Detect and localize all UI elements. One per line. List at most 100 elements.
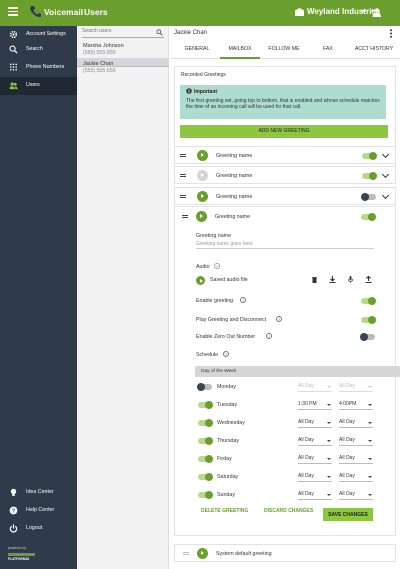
sidebar-item-users[interactable]: Users: [0, 77, 77, 95]
tab-fax[interactable]: FAX: [316, 45, 340, 59]
building-icon: [295, 8, 304, 16]
app-title: Voicemail: [44, 7, 84, 17]
play-icon[interactable]: [196, 211, 207, 222]
greeting-row: Greeting name: [174, 146, 396, 164]
search-icon[interactable]: [156, 29, 163, 36]
sidebar-item-idea-center[interactable]: Idea Center: [0, 484, 77, 502]
account-name[interactable]: Weyland Industries: [307, 7, 380, 16]
end-time-select[interactable]: 4:00PM: [339, 401, 373, 410]
day-toggle[interactable]: [198, 473, 213, 481]
more-options-icon[interactable]: [388, 29, 394, 38]
greeting-enabled-toggle[interactable]: [362, 152, 377, 160]
sidebar-item-label: Help Center: [26, 507, 55, 513]
day-toggle[interactable]: [197, 383, 212, 391]
sidebar-item-search[interactable]: Search: [0, 41, 77, 59]
day-name: Firday: [217, 456, 232, 462]
day-name: Saturday: [217, 474, 239, 480]
info-icon[interactable]: [214, 263, 220, 269]
delete-icon[interactable]: [311, 276, 318, 283]
start-time-select[interactable]: 1:30 PM: [298, 401, 332, 410]
play-icon[interactable]: [197, 170, 208, 181]
greeting-name-input[interactable]: Greeting name goes here: [196, 241, 253, 247]
help-icon[interactable]: ?: [266, 333, 272, 339]
start-time-select[interactable]: All Day: [298, 419, 332, 428]
start-time-select[interactable]: All Day: [298, 383, 332, 392]
zero-out-toggle[interactable]: [360, 333, 375, 341]
user-list-item-selected[interactable]: Jackie Chan (555) 555-555: [77, 58, 169, 74]
enable-greeting-toggle[interactable]: [361, 297, 376, 305]
chevron-down-icon[interactable]: [381, 150, 390, 159]
greeting-enabled-toggle[interactable]: [361, 213, 376, 221]
tab-acct-history[interactable]: ACCT HISTORY: [350, 45, 398, 59]
tab-mailbox[interactable]: MAILBOX: [220, 45, 260, 59]
drag-handle-icon[interactable]: [180, 154, 186, 158]
end-time-select[interactable]: All Day: [339, 437, 373, 446]
start-time-select[interactable]: All Day: [298, 455, 332, 464]
tab-bar: GENERAL MAILBOX FOLLOW ME FAX ACCT HISTO…: [170, 42, 400, 59]
drag-handle-icon: [183, 552, 189, 557]
end-time-select[interactable]: All Day: [339, 491, 373, 500]
play-audio-icon[interactable]: [196, 276, 205, 285]
day-toggle[interactable]: [198, 491, 213, 499]
schedule-row: Tuesday 1:30 PM 4:00PM: [195, 398, 400, 412]
upload-icon[interactable]: [365, 276, 372, 283]
sidebar-item-logout[interactable]: Logout: [0, 520, 77, 538]
schedule-row: Sunday All Day All Day: [195, 488, 400, 502]
save-changes-button[interactable]: SAVE CHANGES: [323, 508, 373, 521]
account-dropdown-icon[interactable]: [361, 10, 367, 13]
help-icon[interactable]: ?: [223, 351, 229, 357]
add-user-icon[interactable]: [371, 8, 381, 17]
greeting-enabled-toggle[interactable]: [362, 172, 377, 180]
delete-greeting-button[interactable]: DELETE GREETING: [201, 508, 248, 514]
start-time-select[interactable]: All Day: [298, 473, 332, 482]
end-time-select[interactable]: All Day: [339, 473, 373, 482]
drag-handle-icon[interactable]: [182, 215, 188, 220]
tab-follow-me[interactable]: FOLLOW ME: [266, 45, 302, 59]
notice-title: Important: [194, 89, 218, 95]
play-icon[interactable]: [197, 191, 208, 202]
day-of-week-header: Day of the Week: [201, 369, 237, 374]
drag-handle-icon[interactable]: [180, 174, 186, 178]
sidebar-item-help-center[interactable]: ? Help Center: [0, 502, 77, 520]
end-time-select[interactable]: All Day: [339, 455, 373, 464]
search-icon: [9, 45, 18, 54]
chevron-down-icon[interactable]: [381, 191, 390, 200]
greeting-enabled-toggle[interactable]: [361, 193, 376, 201]
microphone-icon[interactable]: [347, 276, 354, 283]
day-toggle[interactable]: [198, 437, 213, 445]
play-icon[interactable]: [197, 548, 208, 559]
schedule-label: Schedule: [196, 352, 219, 358]
svg-text:?: ?: [12, 508, 15, 514]
day-toggle[interactable]: [198, 419, 213, 427]
help-icon[interactable]: ?: [276, 316, 282, 322]
user-phone: (555) 555-555: [83, 50, 116, 56]
download-icon[interactable]: [329, 276, 336, 283]
drag-handle-icon[interactable]: [180, 195, 186, 199]
chevron-down-icon[interactable]: [381, 170, 390, 179]
day-name: Sunday: [217, 492, 235, 498]
sidebar-item-label: Users: [26, 82, 40, 88]
greeting-name: Greeting name: [216, 153, 253, 159]
play-disconnect-toggle[interactable]: [361, 316, 376, 324]
day-toggle[interactable]: [198, 401, 213, 409]
day-toggle[interactable]: [198, 455, 213, 463]
top-bar: Voicemail Users Weyland Industries: [0, 0, 400, 26]
dialpad-icon: [9, 63, 18, 71]
play-icon[interactable]: [197, 150, 208, 161]
help-icon[interactable]: ?: [240, 297, 246, 303]
system-greeting-row: System default greeting: [174, 544, 396, 562]
user-search-input[interactable]: [82, 28, 152, 34]
discard-changes-button[interactable]: DISCARD CHANGES: [264, 508, 313, 514]
add-new-greeting-button[interactable]: ADD NEW GREETING: [180, 125, 388, 138]
user-name: Marsha Johnson: [83, 43, 124, 49]
sidebar-item-phone-numbers[interactable]: Phone Numbers: [0, 59, 77, 77]
end-time-select[interactable]: All Day: [339, 383, 373, 392]
tab-general[interactable]: GENERAL: [180, 45, 214, 59]
start-time-select[interactable]: All Day: [298, 491, 332, 500]
hamburger-menu-icon[interactable]: [8, 7, 18, 16]
info-icon: [186, 88, 192, 94]
play-disconnect-label: Play Greeting and Disconnect: [196, 317, 267, 323]
end-time-select[interactable]: All Day: [339, 419, 373, 428]
start-time-select[interactable]: All Day: [298, 437, 332, 446]
user-list-item[interactable]: Marsha Johnson (555) 555-555: [77, 40, 169, 60]
